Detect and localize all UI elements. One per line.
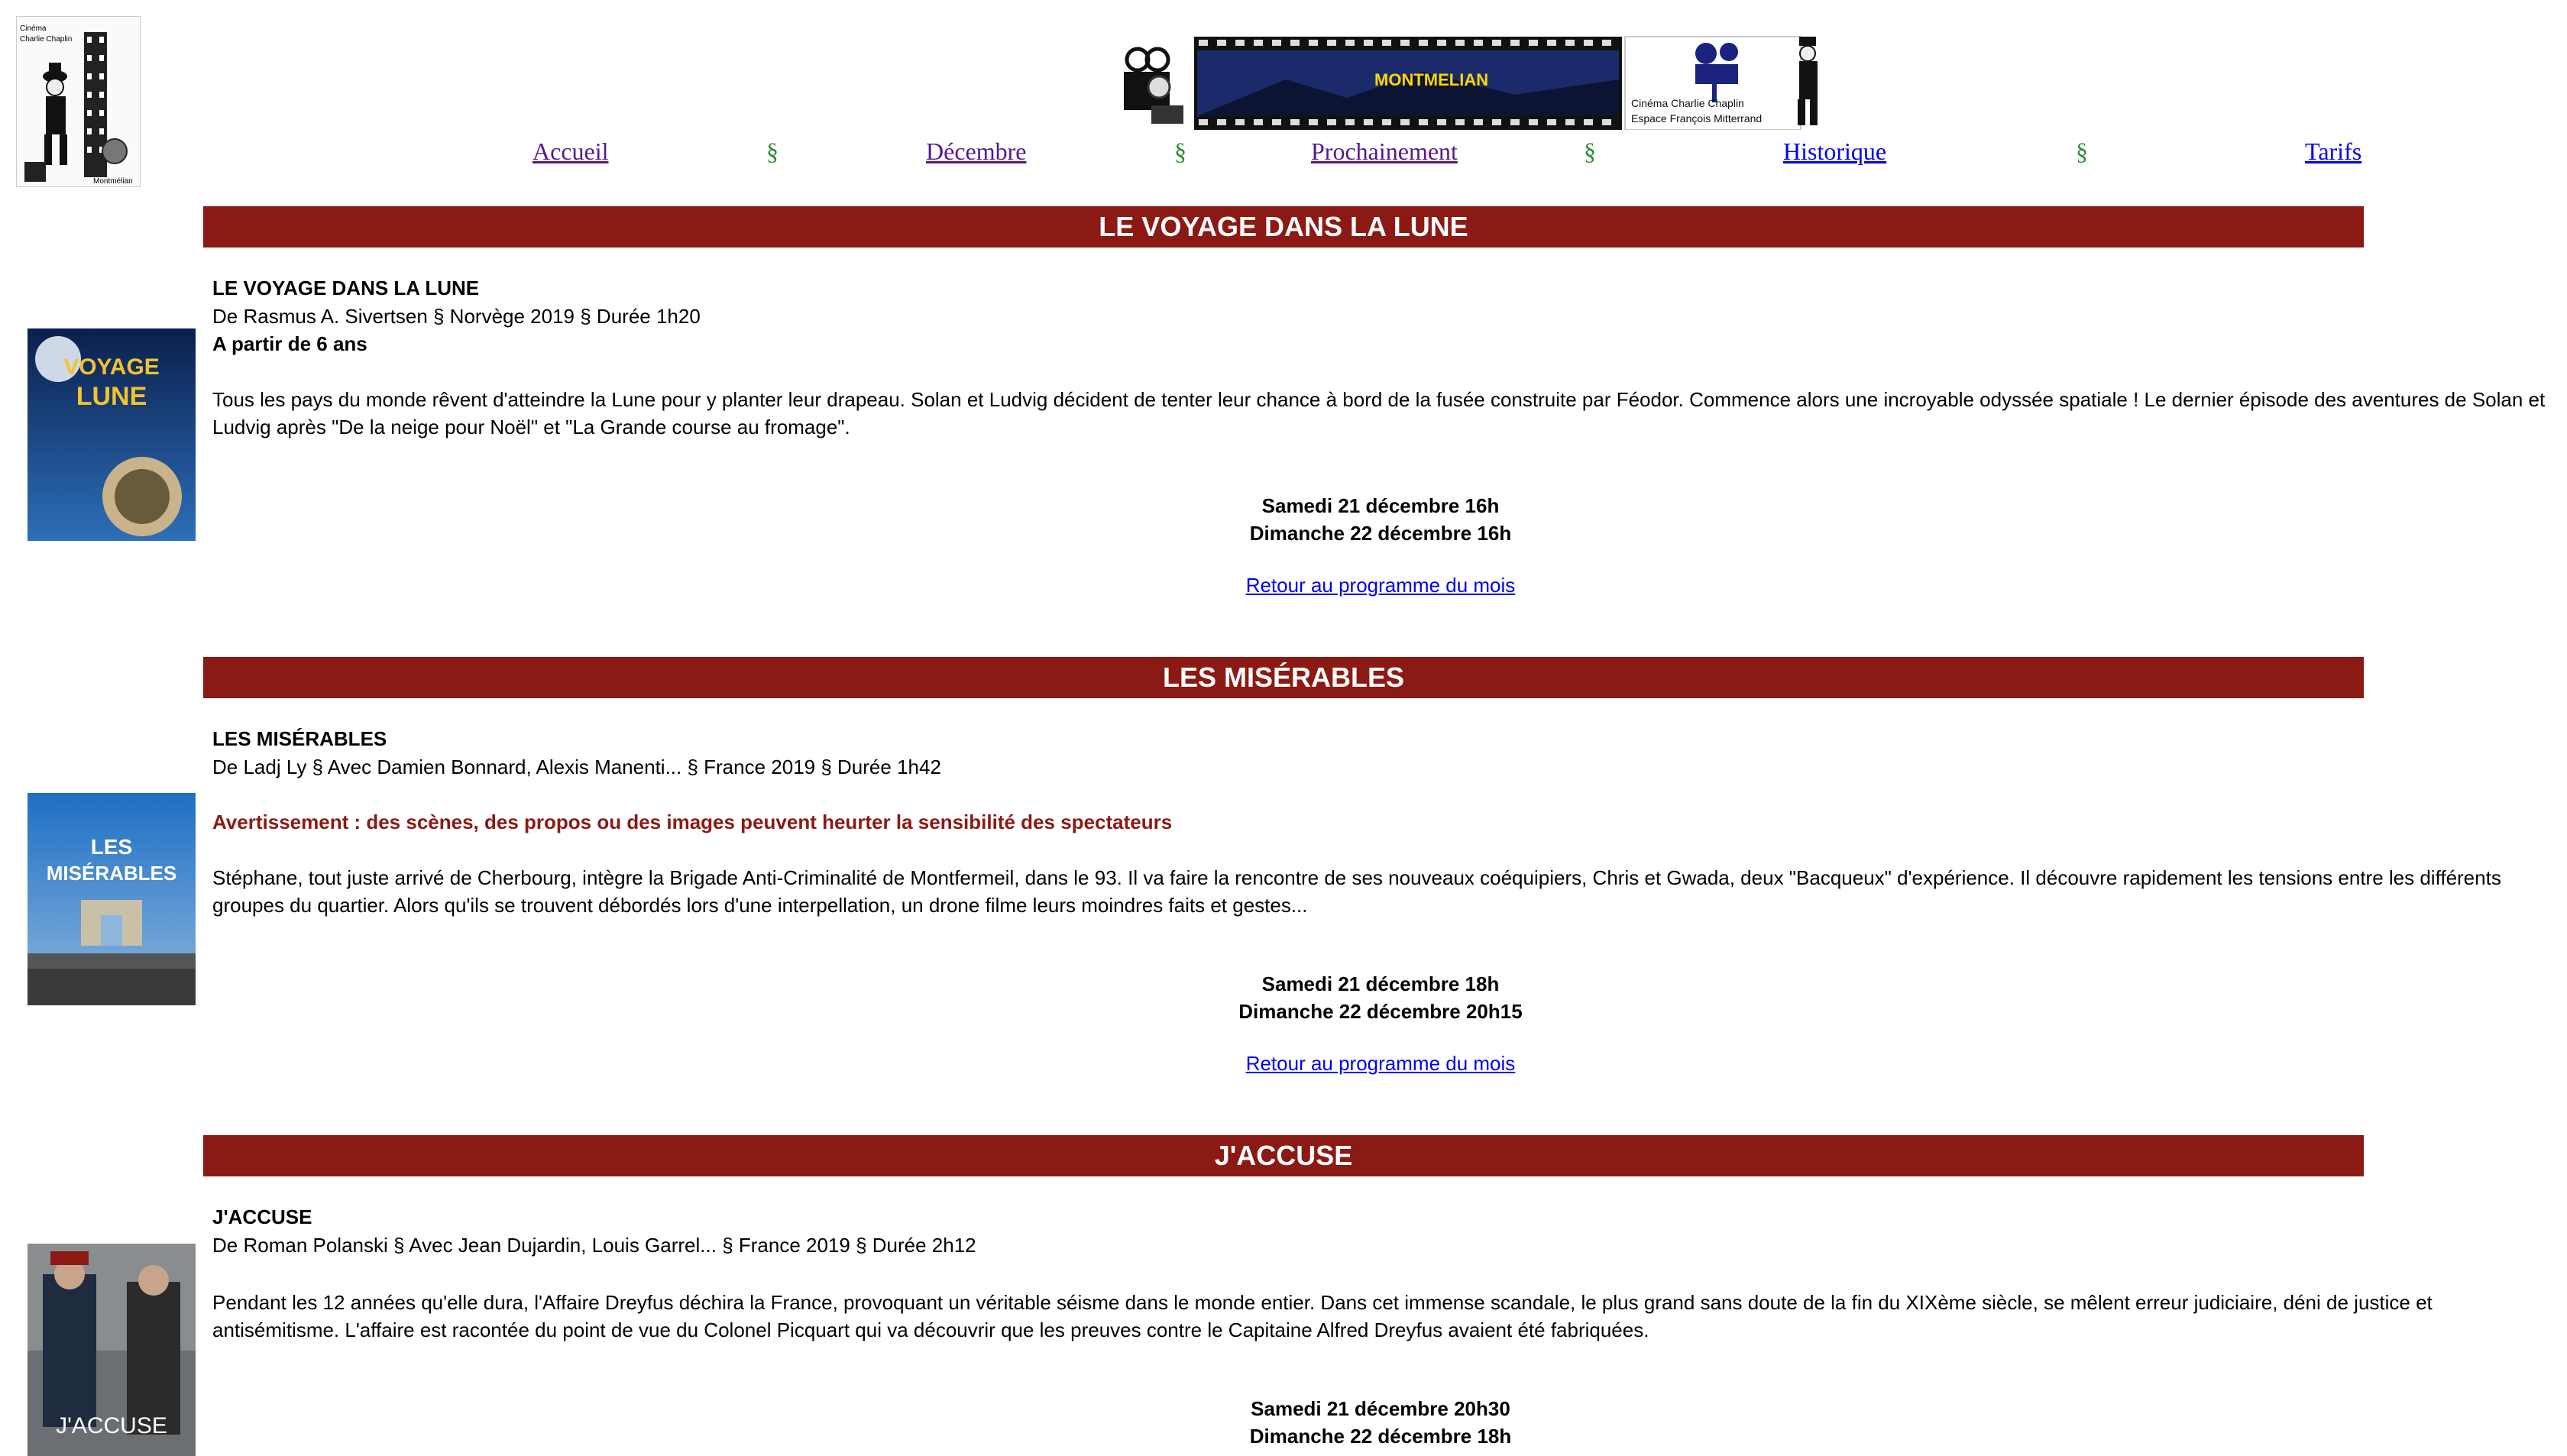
synopsis-line: Pendant les 12 années qu'elle dura, l'Af… — [212, 1291, 2433, 1314]
nav-accueil[interactable]: Accueil — [532, 138, 609, 166]
synopsis-line: Tous les pays du monde rêvent d'atteindr… — [212, 388, 2546, 411]
synopsis-line: antisémitisme. L'affaire est racontée du… — [212, 1318, 1649, 1341]
film-banner: LE VOYAGE DANS LA LUNE — [203, 206, 2364, 248]
nav-separator: § — [766, 138, 779, 165]
film-synopsis: Pendant les 12 années qu'elle dura, l'Af… — [212, 1289, 2550, 1344]
showtime: Dimanche 22 décembre 18h — [1249, 1425, 1512, 1448]
film-title: J'ACCUSE — [212, 1205, 312, 1228]
synopsis-line: Ludvig après "De la neige pour Noël" et … — [212, 416, 850, 438]
film-banner-text: LES MISÉRABLES — [1162, 662, 1405, 693]
film-warning: Avertissement : des scènes, des propos o… — [212, 811, 1173, 833]
synopsis-line: Stéphane, tout juste arrivé de Cherbourg… — [212, 866, 2501, 889]
banner-title: MONTMELIAN — [1374, 70, 1488, 89]
film-poster[interactable]: J'ACCUSE — [28, 1244, 196, 1456]
showtime: Samedi 21 décembre 18h — [1261, 972, 1500, 995]
film-age-note: A partir de 6 ans — [212, 332, 367, 355]
showtime: Dimanche 22 décembre 20h15 — [1238, 1000, 1523, 1023]
logo-text-1: Cinéma — [20, 24, 47, 33]
nav-separator: § — [1174, 138, 1186, 165]
film-credits: De Rasmus A. Sivertsen § Norvège 2019 § … — [212, 305, 701, 328]
film-banner: J'ACCUSE — [203, 1135, 2364, 1176]
nav-tarifs[interactable]: Tarifs — [2305, 138, 2361, 166]
film-banner: LES MISÉRABLES — [203, 657, 2364, 698]
film-poster[interactable]: LES MISÉRABLES — [28, 793, 196, 1005]
back-to-program-link[interactable]: Retour au programme du mois — [1228, 1052, 1533, 1076]
film-synopsis: Tous les pays du monde rêvent d'atteindr… — [212, 386, 2550, 441]
showtime: Samedi 21 décembre 20h30 — [1251, 1397, 1510, 1420]
banner-subtitle-2: Espace François Mitterrand — [1631, 112, 1762, 125]
film-synopsis: Stéphane, tout juste arrivé de Cherbourg… — [212, 864, 2550, 919]
film-banner-text: J'ACCUSE — [1214, 1140, 1353, 1171]
nav-historique[interactable]: Historique — [1783, 138, 1886, 166]
film-credits: De Ladj Ly § Avec Damien Bonnard, Alexis… — [212, 756, 941, 778]
header-banner: MONTMELIAN Cinéma Charlie Chaplin Espace… — [1118, 34, 1831, 131]
logo-text-2: Charlie Chaplin — [20, 35, 72, 44]
banner-subtitle-1: Cinéma Charlie Chaplin — [1631, 97, 1744, 109]
showtime: Dimanche 22 décembre 16h — [1249, 522, 1512, 545]
nav-prochainement[interactable]: Prochainement — [1311, 138, 1458, 166]
svg-text:LES: LES — [91, 835, 132, 859]
svg-text:MISÉRABLES: MISÉRABLES — [47, 862, 176, 885]
film-title: LES MISÉRABLES — [212, 727, 387, 750]
main-nav: Accueil § Décembre § Prochainement § His… — [0, 138, 2567, 171]
film-credits: De Roman Polanski § Avec Jean Dujardin, … — [212, 1234, 976, 1257]
logo-text-3: Montmélian — [93, 177, 133, 186]
poster-caption: J'ACCUSE — [56, 1413, 167, 1438]
nav-decembre[interactable]: Décembre — [926, 138, 1026, 166]
svg-text:VOYAGE: VOYAGE — [63, 354, 160, 380]
film-poster[interactable]: VOYAGE LUNE — [28, 328, 196, 541]
nav-separator: § — [1584, 138, 1596, 165]
film-banner-text: LE VOYAGE DANS LA LUNE — [1099, 211, 1468, 242]
showtime: Samedi 21 décembre 16h — [1261, 494, 1500, 517]
nav-separator: § — [2076, 138, 2088, 165]
svg-text:LUNE: LUNE — [76, 382, 147, 411]
film-title: LE VOYAGE DANS LA LUNE — [212, 277, 480, 299]
back-to-program-link[interactable]: Retour au programme du mois — [1228, 574, 1533, 597]
synopsis-line: groupes du quartier. Alors qu'ils se tro… — [212, 894, 1308, 917]
